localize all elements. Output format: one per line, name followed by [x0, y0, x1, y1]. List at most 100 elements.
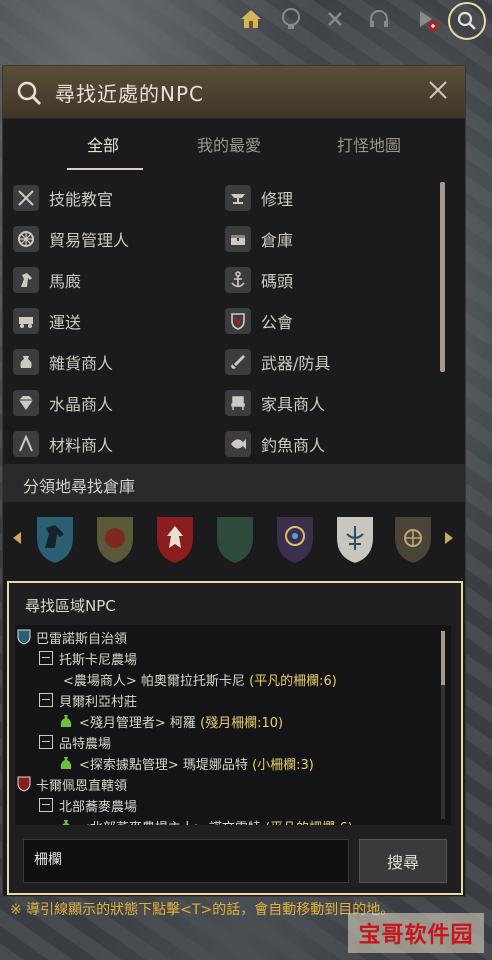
shield-mediah[interactable]: [213, 512, 257, 566]
search-button[interactable]: 搜尋: [359, 839, 447, 883]
tab-all[interactable]: 全部: [87, 132, 119, 156]
category-skill-trainer[interactable]: 技能教官: [13, 182, 113, 214]
category-label: 馬廄: [49, 272, 82, 291]
tree-area-label: 品特農場: [59, 736, 112, 752]
category-label: 運送: [49, 313, 82, 332]
category-trade-manager[interactable]: 貿易管理人: [13, 223, 129, 255]
fish-icon: [225, 431, 251, 457]
search-icon: [17, 81, 42, 106]
anvil-icon: [225, 185, 251, 211]
category-general-goods[interactable]: 雜貨商人: [13, 346, 113, 378]
category-crystal[interactable]: 水晶商人: [13, 387, 113, 419]
tree-npc-label: <農場商人> 帕奧爾拉托斯卡尼: [63, 673, 245, 689]
category-wharf[interactable]: 碼頭: [225, 264, 293, 296]
chest-icon: [225, 226, 251, 252]
crossed-swords-icon: [13, 185, 39, 211]
tree-npc[interactable]: <殘月管理者> 柯羅 (殘月柵欄:10): [59, 711, 283, 731]
tree-region[interactable]: 卡爾佩恩直轄領: [17, 774, 127, 794]
tree-region[interactable]: 巴雷諾斯自治領: [17, 627, 127, 647]
category-weapons-armor[interactable]: 武器/防具: [225, 346, 330, 378]
tab-bar: 全部 我的最愛 打怪地圖: [3, 126, 465, 172]
category-guild[interactable]: 公會: [225, 305, 293, 337]
material-icon: [13, 431, 39, 457]
tree-area[interactable]: 托斯卡尼農場: [39, 648, 137, 668]
tree-npc-sub: (平凡的柵欄:6): [265, 817, 353, 826]
anchor-icon: [225, 267, 251, 293]
category-storage[interactable]: 倉庫: [225, 223, 293, 255]
search-toggle-icon[interactable]: [448, 2, 486, 40]
scrollbar-thumb[interactable]: [441, 631, 445, 685]
wagon-icon: [13, 308, 39, 334]
region-title: 尋找區域NPC: [25, 597, 116, 615]
category-transport[interactable]: 運送: [13, 305, 81, 337]
crystal-icon: [13, 390, 39, 416]
category-label: 修理: [261, 190, 294, 209]
category-materials[interactable]: 材料商人: [13, 428, 113, 460]
tree-area[interactable]: 北部蕎麥農場: [39, 795, 137, 815]
shield-kamasylvia[interactable]: [333, 512, 377, 566]
house-icon[interactable]: [236, 4, 266, 34]
category-fishing[interactable]: 釣魚商人: [225, 428, 325, 460]
tab-hunting-map[interactable]: 打怪地圖: [337, 132, 401, 156]
shield-calpheon[interactable]: [153, 512, 197, 566]
crest-icon: [225, 308, 251, 334]
tree-npc[interactable]: <農場商人> 帕奧爾拉托斯卡尼 (平凡的柵欄:6): [63, 669, 337, 689]
tree-npc[interactable]: <探索據點管理> 瑪堤娜品特 (小柵欄:3): [59, 753, 314, 773]
category-stable[interactable]: 馬廄: [13, 264, 81, 296]
horse-icon: [13, 267, 39, 293]
top-toolbar: [0, 0, 492, 40]
warehouse-section-bar: 分領地尋找倉庫: [3, 464, 465, 502]
collapse-icon[interactable]: [39, 735, 53, 749]
category-grid: 技能教官 修理 貿易管理人 倉庫 馬廄 碼頭 運送 公會 雜貨商人 武器/防具 …: [3, 180, 451, 458]
tree-npc-sub: (小柵欄:3): [252, 757, 314, 773]
green-bag-icon: [60, 715, 72, 727]
category-label: 公會: [261, 313, 294, 332]
tree-npc-sub: (殘月柵欄:10): [200, 715, 284, 731]
weapon-icon: [225, 349, 251, 375]
chair-icon: [225, 390, 251, 416]
shield-balenos[interactable]: [33, 512, 77, 566]
tree-area-label: 北部蕎麥農場: [59, 799, 138, 815]
arrow-right-icon[interactable]: [445, 532, 453, 544]
territory-shields: [3, 506, 465, 576]
play-icon[interactable]: [410, 4, 440, 34]
shield-serendia[interactable]: [93, 512, 137, 566]
category-scrollbar[interactable]: [440, 182, 445, 372]
collapse-icon[interactable]: [39, 693, 53, 707]
close-icon[interactable]: [425, 77, 451, 103]
category-furniture[interactable]: 家具商人: [225, 387, 325, 419]
scrollbar-thumb[interactable]: [440, 182, 445, 372]
tab-underline: [67, 168, 143, 170]
collapse-icon[interactable]: [39, 651, 53, 665]
balenos-shield-icon: [17, 629, 31, 645]
headset-icon[interactable]: [364, 4, 394, 34]
shield-valencia[interactable]: [273, 512, 317, 566]
tree-area-label: 貝爾利亞村莊: [59, 694, 138, 710]
collapse-icon[interactable]: [39, 798, 53, 812]
category-label: 家具商人: [261, 395, 326, 414]
sack-icon: [13, 349, 39, 375]
category-repair[interactable]: 修理: [225, 182, 293, 214]
tab-favorites[interactable]: 我的最愛: [197, 132, 261, 156]
tree-area[interactable]: 貝爾利亞村莊: [39, 690, 137, 710]
tree-npc-sub: (平凡的柵欄:6): [249, 673, 337, 689]
arrow-left-icon[interactable]: [13, 532, 21, 544]
tree-npc[interactable]: <北部蕎麥農場主人> 諾文雷特 (平凡的柵欄:6): [59, 816, 353, 825]
category-label: 技能教官: [49, 190, 114, 209]
shield-drieghan[interactable]: [391, 512, 435, 566]
search-input[interactable]: [32, 850, 336, 868]
tree-region-label: 巴雷諾斯自治領: [36, 631, 128, 647]
warehouse-section-label: 分領地尋找倉庫: [23, 477, 136, 496]
tree-region-label: 卡爾佩恩直轄領: [36, 778, 128, 794]
calpheon-shield-icon: [17, 776, 31, 792]
wheel-icon: [13, 226, 39, 252]
tree-area[interactable]: 品特農場: [39, 732, 111, 752]
lightbulb-icon[interactable]: [276, 4, 306, 34]
category-label: 貿易管理人: [49, 231, 130, 250]
category-label: 水晶商人: [49, 395, 114, 414]
cross-icon[interactable]: [320, 4, 350, 34]
search-field[interactable]: [23, 839, 349, 883]
category-label: 碼頭: [261, 272, 294, 291]
tree-npc-label: <北部蕎麥農場主人> 諾文雷特: [79, 817, 261, 826]
tree-scrollbar[interactable]: [441, 631, 445, 819]
